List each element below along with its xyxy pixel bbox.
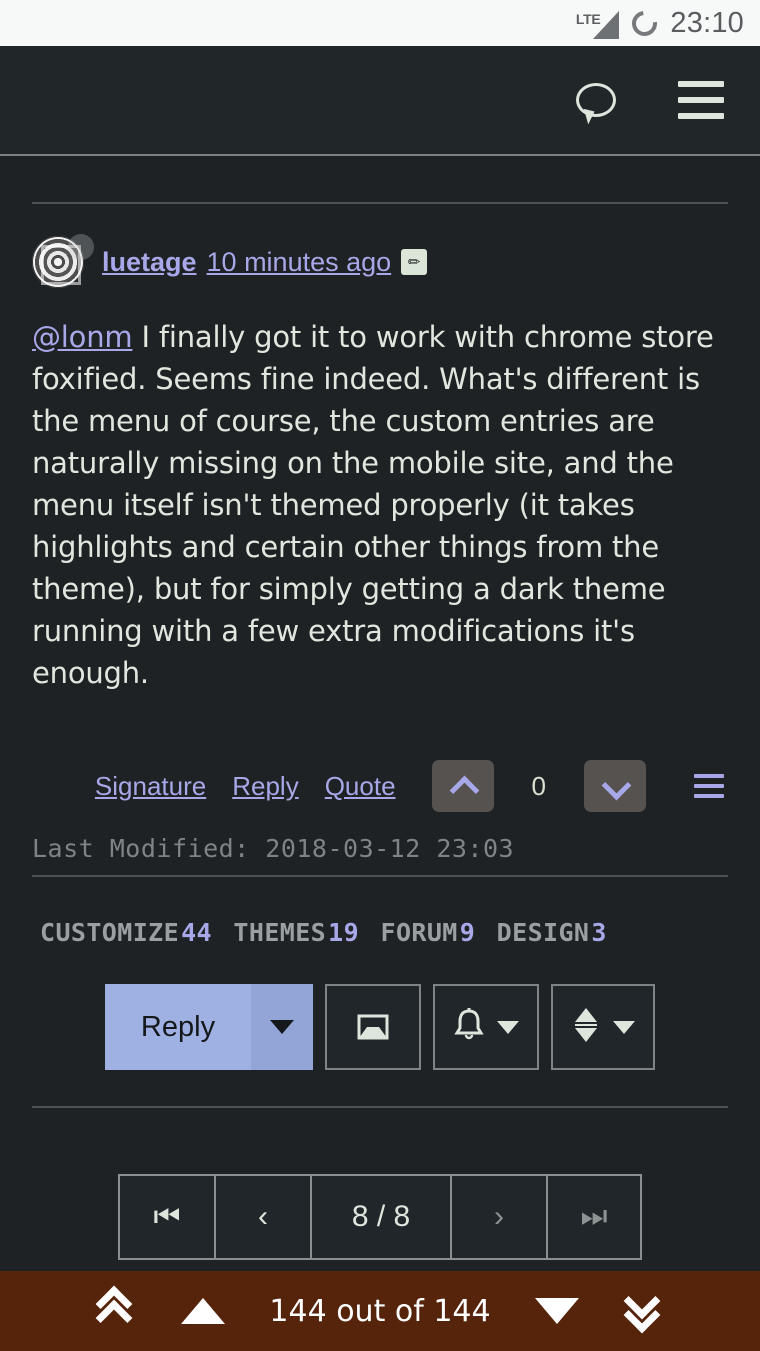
sort-button[interactable] <box>551 984 656 1071</box>
tag-count: 9 <box>459 918 476 948</box>
tag-item[interactable]: THEMES19 <box>233 918 365 947</box>
vote-count: 0 <box>531 770 546 801</box>
menu-button[interactable] <box>678 81 724 119</box>
upvote-button[interactable] <box>431 760 494 813</box>
first-page-button[interactable]: ⏮ <box>118 1174 214 1261</box>
avatar[interactable] <box>32 234 94 288</box>
triangle-down-icon <box>534 1298 579 1324</box>
top-divider <box>32 202 728 204</box>
speech-bubble-icon <box>576 83 616 117</box>
tag-label: DESIGN <box>496 918 590 948</box>
post-actions-row: Signature Reply Quote 0 <box>32 760 728 813</box>
bottom-navigation-bar: 144 out of 144 <box>0 1271 760 1351</box>
jump-to-bottom-button[interactable] <box>623 1282 665 1334</box>
tag-row: CUSTOMIZE44 THEMES19 FORUM9 DESIGN3 <box>32 911 728 954</box>
network-type-label: LTE <box>575 11 601 27</box>
notifications-button[interactable] <box>433 984 540 1071</box>
app-top-bar <box>0 46 760 156</box>
next-page-button[interactable]: › <box>450 1174 546 1261</box>
caret-down-icon <box>613 1020 636 1034</box>
inbox-tray-icon <box>355 1013 391 1041</box>
main-content: luetage 10 minutes ago ✏ @lonm I finally… <box>0 202 760 1261</box>
triangle-up-icon <box>181 1298 226 1324</box>
post-menu-icon[interactable] <box>694 774 724 799</box>
last-modified-text: Last Modified: 2018-03-12 23:03 <box>32 834 515 864</box>
page-indicator: 8 / 8 <box>310 1174 450 1261</box>
quote-link[interactable]: Quote <box>325 771 396 802</box>
tag-count: 3 <box>591 918 607 948</box>
tag-count: 19 <box>328 918 360 948</box>
tag-label: THEMES <box>233 918 327 948</box>
chat-button[interactable] <box>576 83 616 117</box>
reply-toolbar: Reply <box>32 984 728 1071</box>
previous-post-button[interactable] <box>181 1298 226 1324</box>
signature-link[interactable]: Signature <box>95 771 206 802</box>
post-meta: luetage 10 minutes ago ✏ <box>102 248 428 276</box>
os-status-bar: LTE 23:10 <box>0 0 760 46</box>
pagination: ⏮ ‹ 8 / 8 › ⏭ <box>32 1174 728 1261</box>
tag-item[interactable]: FORUM9 <box>381 918 482 947</box>
last-modified-divider <box>32 875 728 878</box>
hamburger-menu-icon <box>678 81 724 119</box>
bell-notification-icon <box>453 1007 485 1047</box>
reply-button[interactable]: Reply <box>104 984 252 1071</box>
post-body-text: I finally got it to work with chrome sto… <box>32 320 714 691</box>
reply-link[interactable]: Reply <box>232 771 298 802</box>
mention-link[interactable]: @lonm <box>32 320 133 354</box>
double-chevron-down-icon <box>623 1282 665 1334</box>
sort-updown-icon <box>571 1005 601 1050</box>
avatar-status-dot <box>68 234 94 260</box>
tag-label: CUSTOMIZE <box>40 918 180 948</box>
chevron-up-icon <box>452 775 474 797</box>
tag-item[interactable]: DESIGN3 <box>497 918 613 947</box>
downvote-button[interactable] <box>584 760 646 813</box>
tag-item[interactable]: CUSTOMIZE44 <box>40 918 218 947</box>
inbox-button[interactable] <box>325 984 422 1071</box>
post-timestamp-link[interactable]: 10 minutes ago <box>207 248 392 276</box>
reply-button-group[interactable]: Reply <box>104 984 314 1071</box>
caret-down-icon <box>497 1020 520 1034</box>
signal-icon: LTE <box>573 7 620 39</box>
sync-spinner-icon <box>627 5 663 41</box>
tag-count: 44 <box>181 918 212 948</box>
edit-pencil-icon[interactable]: ✏ <box>401 249 428 275</box>
jump-to-top-button[interactable] <box>95 1285 137 1337</box>
caret-down-icon <box>270 1020 295 1035</box>
next-post-button[interactable] <box>534 1298 579 1324</box>
double-chevron-up-icon <box>95 1285 137 1337</box>
previous-page-button[interactable]: ‹ <box>214 1174 310 1261</box>
tag-label: FORUM <box>380 918 458 948</box>
post-position-label: 144 out of 144 <box>269 1293 491 1329</box>
status-clock: 23:10 <box>670 6 744 39</box>
lower-divider <box>32 1106 728 1109</box>
post-body: @lonm I finally got it to work with chro… <box>32 316 728 694</box>
chevron-down-icon <box>604 775 626 797</box>
reply-dropdown-button[interactable] <box>251 984 314 1071</box>
post-header: luetage 10 minutes ago ✏ <box>32 234 728 288</box>
post-author-link[interactable]: luetage <box>102 248 197 276</box>
last-page-button[interactable]: ⏭ <box>546 1174 642 1261</box>
